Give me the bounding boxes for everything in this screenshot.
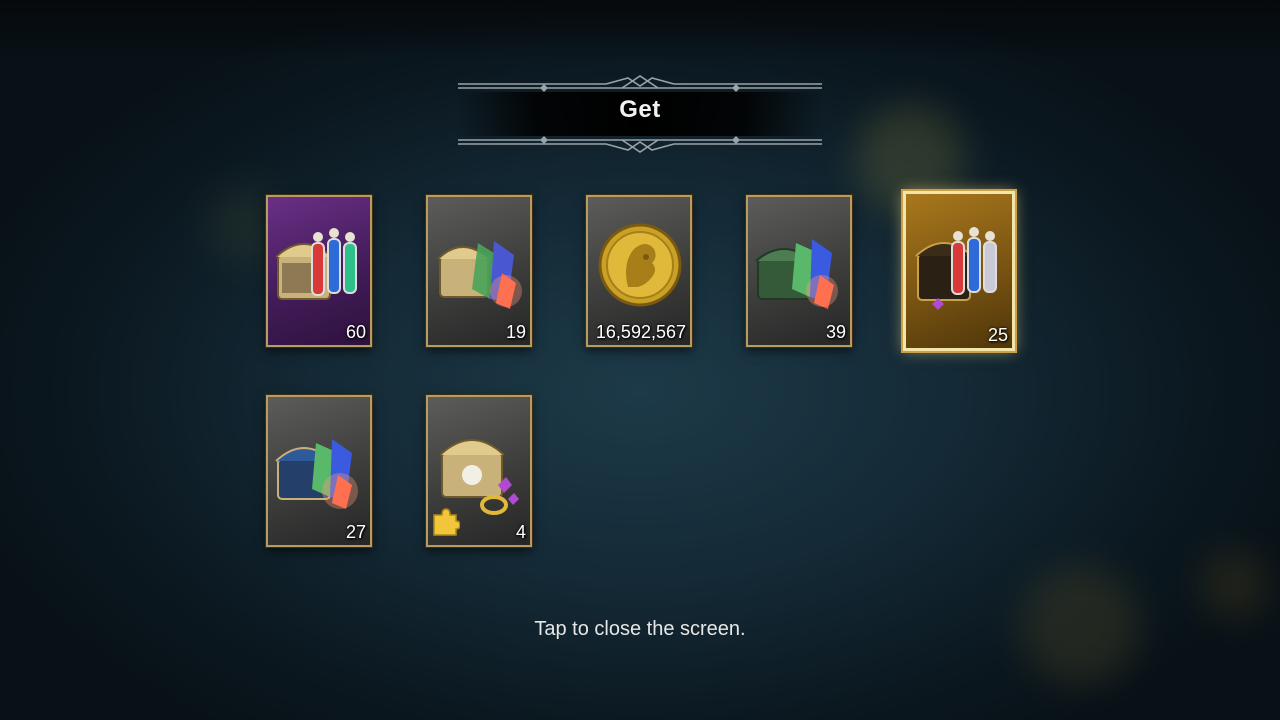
crystal-chest-icon [437,241,522,309]
reward-title-banner: Get [456,74,824,156]
reward-quantity: 27 [345,522,366,542]
potion-chest-icon [275,228,357,300]
ornate-potion-chest-icon [915,227,997,310]
rainbow-crystal-chest-icon [755,239,838,309]
reward-quantity: 60 [345,322,366,342]
reward-card[interactable]: 60 [266,195,372,347]
background-glow [1200,550,1270,620]
reward-quantity: 4 [515,522,526,542]
reward-card[interactable]: 4 [426,395,532,547]
dialog-title: Get [619,96,661,123]
close-hint[interactable]: Tap to close the screen. [0,618,1280,641]
puzzle-piece-icon [433,508,460,536]
reward-card-selected[interactable]: 25 [903,191,1015,351]
reward-quantity: 19 [505,322,526,342]
reward-quantity: 39 [825,322,846,342]
reward-card[interactable]: 39 [746,195,852,347]
gold-coin-icon [598,223,682,307]
reward-quantity: 25 [987,325,1008,345]
blue-crystal-chest-icon [275,439,358,509]
reward-card[interactable]: 27 [266,395,372,547]
background-dim [0,0,1280,60]
reward-quantity: 16,592,567 [595,322,686,342]
reward-card[interactable]: 16,592,567 [586,195,692,347]
reward-card[interactable]: 19 [426,195,532,347]
